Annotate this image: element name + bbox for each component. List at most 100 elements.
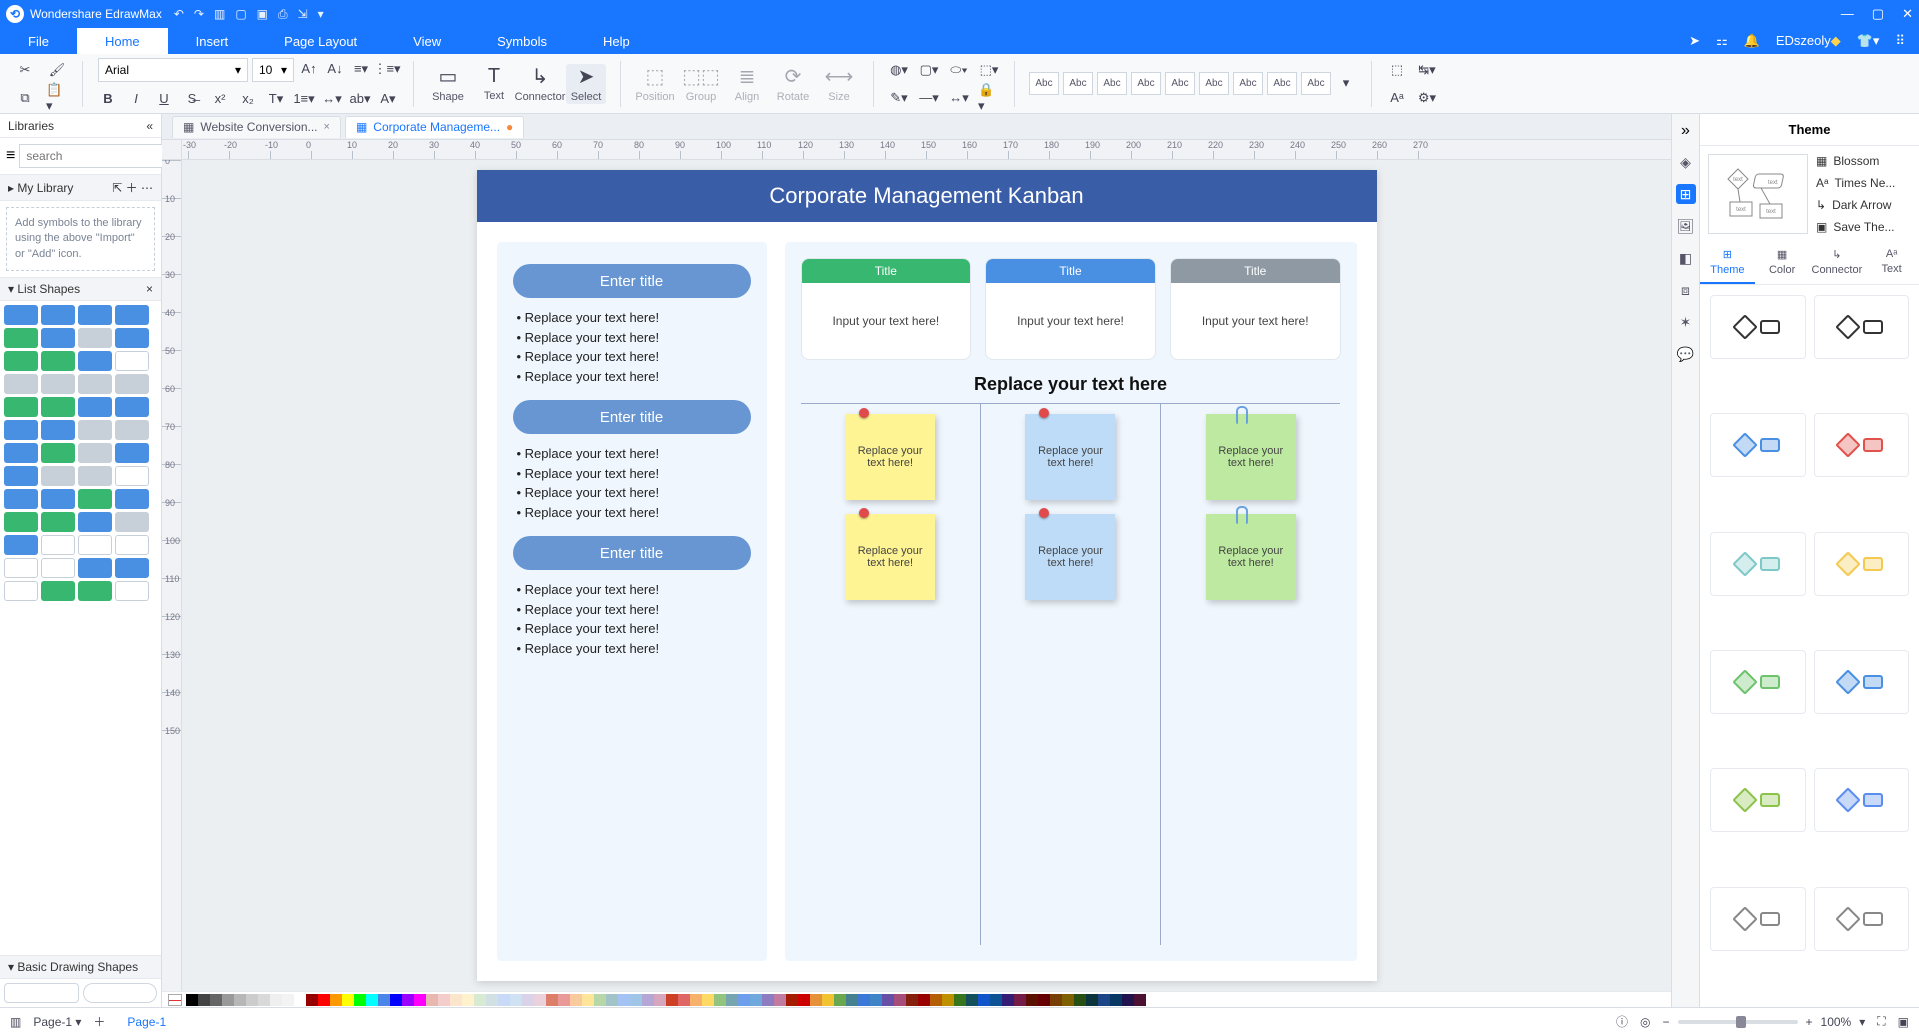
color-swatch[interactable] — [1026, 994, 1038, 1006]
color-swatch[interactable] — [678, 994, 690, 1006]
image-panel-icon[interactable]: 🖼 — [1676, 216, 1696, 236]
theme-item[interactable] — [1710, 413, 1806, 477]
qs-more-icon[interactable]: ▾ — [1335, 72, 1357, 94]
color-swatch[interactable] — [486, 994, 498, 1006]
color-swatch[interactable] — [498, 994, 510, 1006]
bullet-text[interactable]: Replace your text here! — [517, 308, 751, 328]
select-all-icon[interactable]: ⬚ — [1386, 59, 1408, 81]
color-swatch[interactable] — [570, 994, 582, 1006]
shape-item[interactable] — [115, 420, 149, 440]
title-card-2[interactable]: TitleInput your text here! — [985, 258, 1156, 360]
bullet-text[interactable]: Replace your text here! — [517, 600, 751, 620]
zoom-in-icon[interactable]: + — [1806, 1015, 1813, 1029]
color-swatch[interactable] — [786, 994, 798, 1006]
shape-item[interactable] — [4, 374, 38, 394]
title-card-1[interactable]: TitleInput your text here! — [801, 258, 972, 360]
color-swatch[interactable] — [846, 994, 858, 1006]
bullet-text[interactable]: Replace your text here! — [517, 347, 751, 367]
shape-item[interactable] — [115, 328, 149, 348]
outline-panel-icon[interactable]: ⧈ — [1676, 280, 1696, 300]
shape-item[interactable] — [41, 535, 75, 555]
close-icon[interactable]: ✕ — [1902, 6, 1913, 22]
bullet-text[interactable]: Replace your text here! — [517, 328, 751, 348]
color-swatch[interactable] — [618, 994, 630, 1006]
color-swatch[interactable] — [1122, 994, 1134, 1006]
doc-title[interactable]: Corporate Management Kanban — [477, 170, 1377, 222]
shape-item[interactable] — [78, 443, 112, 463]
shape-item[interactable] — [4, 420, 38, 440]
font-a-icon[interactable]: Aᵃ — [1386, 87, 1408, 109]
color-swatch[interactable] — [1038, 994, 1050, 1006]
pen-icon[interactable]: ✎▾ — [888, 87, 910, 109]
color-swatch[interactable] — [666, 994, 678, 1006]
theme-item[interactable] — [1710, 532, 1806, 596]
color-swatch[interactable] — [246, 994, 258, 1006]
shape-item[interactable] — [115, 443, 149, 463]
qs-9[interactable]: Abc — [1301, 72, 1331, 95]
color-swatch[interactable] — [882, 994, 894, 1006]
shape-item[interactable] — [4, 305, 38, 325]
highlight-icon[interactable]: A▾ — [377, 88, 399, 110]
bullet-text[interactable]: Replace your text here! — [517, 580, 751, 600]
theme-item[interactable] — [1814, 887, 1910, 951]
theme-item[interactable] — [1710, 295, 1806, 359]
bullet-text[interactable]: Replace your text here! — [517, 639, 751, 659]
theme-opt-font[interactable]: AᵃTimes Ne... — [1816, 176, 1911, 190]
libraries-collapse-icon[interactable]: « — [146, 119, 153, 133]
theme-opt-blossom[interactable]: ▦Blossom — [1816, 154, 1911, 168]
shape-item[interactable] — [41, 328, 75, 348]
lane-3[interactable]: Replace your text here! Replace your tex… — [1160, 403, 1340, 945]
right-column[interactable]: TitleInput your text here! TitleInput yo… — [785, 242, 1357, 961]
theme-item[interactable] — [1814, 295, 1910, 359]
tab-close-icon[interactable]: × — [324, 121, 330, 133]
info-icon[interactable]: ⓘ — [1616, 1013, 1628, 1030]
menu-symbols[interactable]: Symbols — [469, 28, 575, 54]
zoom-slider[interactable] — [1678, 1020, 1798, 1024]
mylibrary-section[interactable]: ▸ My Library ⇱ ＋ ⋯ — [0, 174, 161, 201]
shape-item[interactable] — [78, 466, 112, 486]
color-swatch[interactable] — [810, 994, 822, 1006]
sticky-note[interactable]: Replace your text here! — [1025, 514, 1115, 600]
bold-icon[interactable]: B — [97, 88, 119, 110]
rotate-tool[interactable]: ⟳Rotate — [773, 64, 813, 104]
qs-1[interactable]: Abc — [1029, 72, 1059, 95]
color-swatch[interactable] — [378, 994, 390, 1006]
doc-tab-2[interactable]: ▦ Corporate Manageme... ● — [345, 116, 524, 138]
zoom-out-icon[interactable]: − — [1662, 1015, 1669, 1029]
fill-panel-icon[interactable]: ◈ — [1676, 152, 1696, 172]
color-swatch[interactable] — [942, 994, 954, 1006]
color-swatch[interactable] — [522, 994, 534, 1006]
color-swatch[interactable] — [1050, 994, 1062, 1006]
undo-icon[interactable]: ↶ — [174, 7, 184, 22]
line-icon[interactable]: ―▾ — [918, 87, 940, 109]
card-header[interactable]: Title — [986, 259, 1155, 283]
shape-item[interactable] — [78, 305, 112, 325]
shape-item[interactable] — [41, 374, 75, 394]
title-pill-2[interactable]: Enter title — [513, 400, 751, 434]
sticky-note[interactable]: Replace your text here! — [1206, 414, 1296, 500]
bullet-text[interactable]: Replace your text here! — [517, 483, 751, 503]
add-page-icon[interactable]: ＋ — [93, 1013, 105, 1030]
shape-tool[interactable]: ▭Shape — [428, 64, 468, 104]
shape-item[interactable] — [41, 466, 75, 486]
format-painter-icon[interactable]: 🖌 — [46, 59, 68, 81]
basic-shape-item[interactable] — [83, 983, 158, 1003]
color-swatch[interactable] — [870, 994, 882, 1006]
title-pill-1[interactable]: Enter title — [513, 264, 751, 298]
color-swatch[interactable] — [822, 994, 834, 1006]
qs-4[interactable]: Abc — [1131, 72, 1161, 95]
qs-2[interactable]: Abc — [1063, 72, 1093, 95]
color-swatch[interactable] — [858, 994, 870, 1006]
menu-pagelayout[interactable]: Page Layout — [256, 28, 385, 54]
card-header[interactable]: Title — [802, 259, 971, 283]
library-more-icon[interactable]: ⋯ — [141, 181, 153, 195]
export-icon[interactable]: ⇲ — [298, 7, 308, 22]
font-combo[interactable]: Arial▾ — [98, 58, 248, 82]
underline-icon[interactable]: U — [153, 88, 175, 110]
arrowstyle-icon[interactable]: ↔▾ — [948, 87, 970, 109]
menu-file[interactable]: File — [0, 28, 77, 54]
theme-opt-save[interactable]: ▣Save The... — [1816, 220, 1911, 234]
sticky-note[interactable]: Replace your text here! — [1025, 414, 1115, 500]
layers-panel-icon[interactable]: ◧ — [1676, 248, 1696, 268]
bullet-text[interactable]: Replace your text here! — [517, 367, 751, 387]
